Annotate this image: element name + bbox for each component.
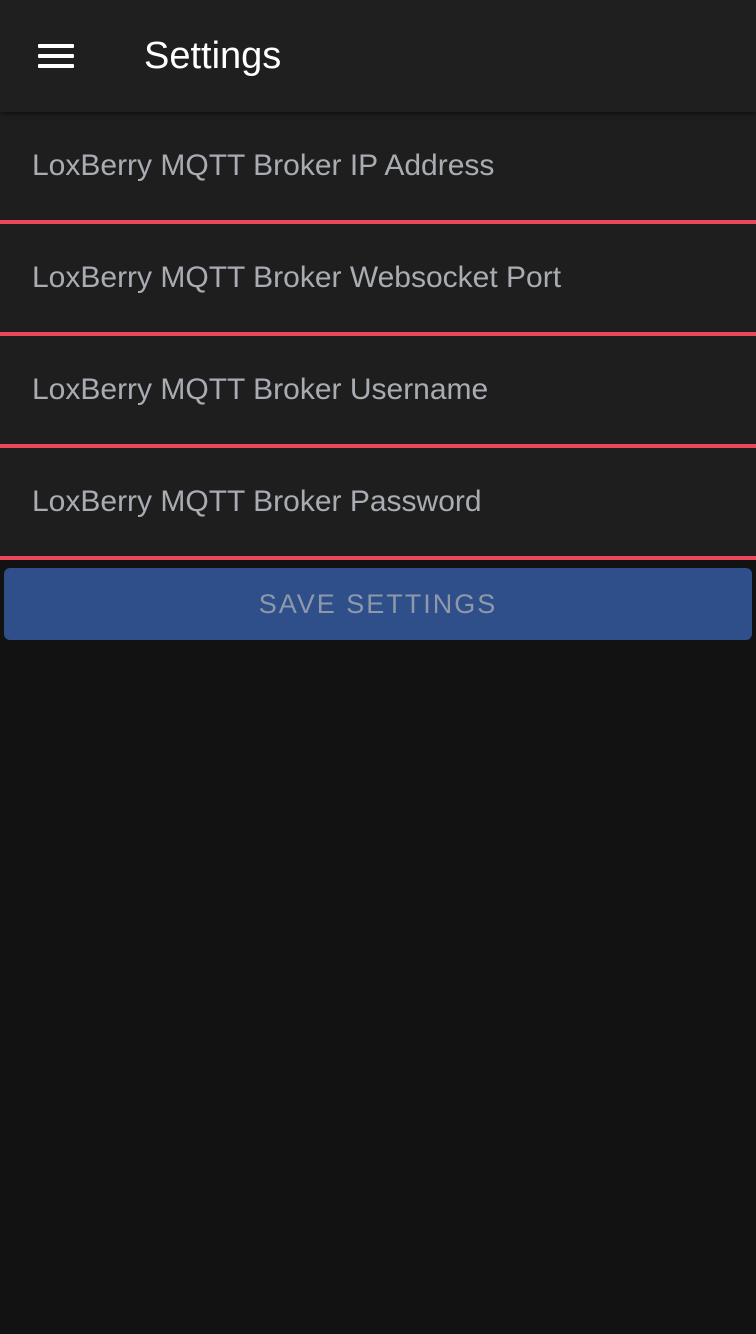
hamburger-menu-icon[interactable] bbox=[22, 20, 90, 92]
ip-address-input[interactable] bbox=[0, 112, 756, 220]
page-title: Settings bbox=[144, 35, 282, 77]
password-input[interactable] bbox=[0, 448, 756, 556]
settings-form bbox=[0, 112, 756, 560]
username-field-container bbox=[0, 336, 756, 448]
app-header: Settings bbox=[0, 0, 756, 112]
websocket-port-field-container bbox=[0, 224, 756, 336]
username-input[interactable] bbox=[0, 336, 756, 444]
app-root: Settings SAVE SETTINGS bbox=[0, 0, 756, 1334]
ip-address-field-container bbox=[0, 112, 756, 224]
menu-icon-bar bbox=[38, 44, 74, 48]
menu-icon-bar bbox=[38, 64, 74, 68]
menu-icon-bar bbox=[38, 54, 74, 58]
save-settings-button[interactable]: SAVE SETTINGS bbox=[4, 568, 752, 640]
websocket-port-input[interactable] bbox=[0, 224, 756, 332]
password-field-container bbox=[0, 448, 756, 560]
